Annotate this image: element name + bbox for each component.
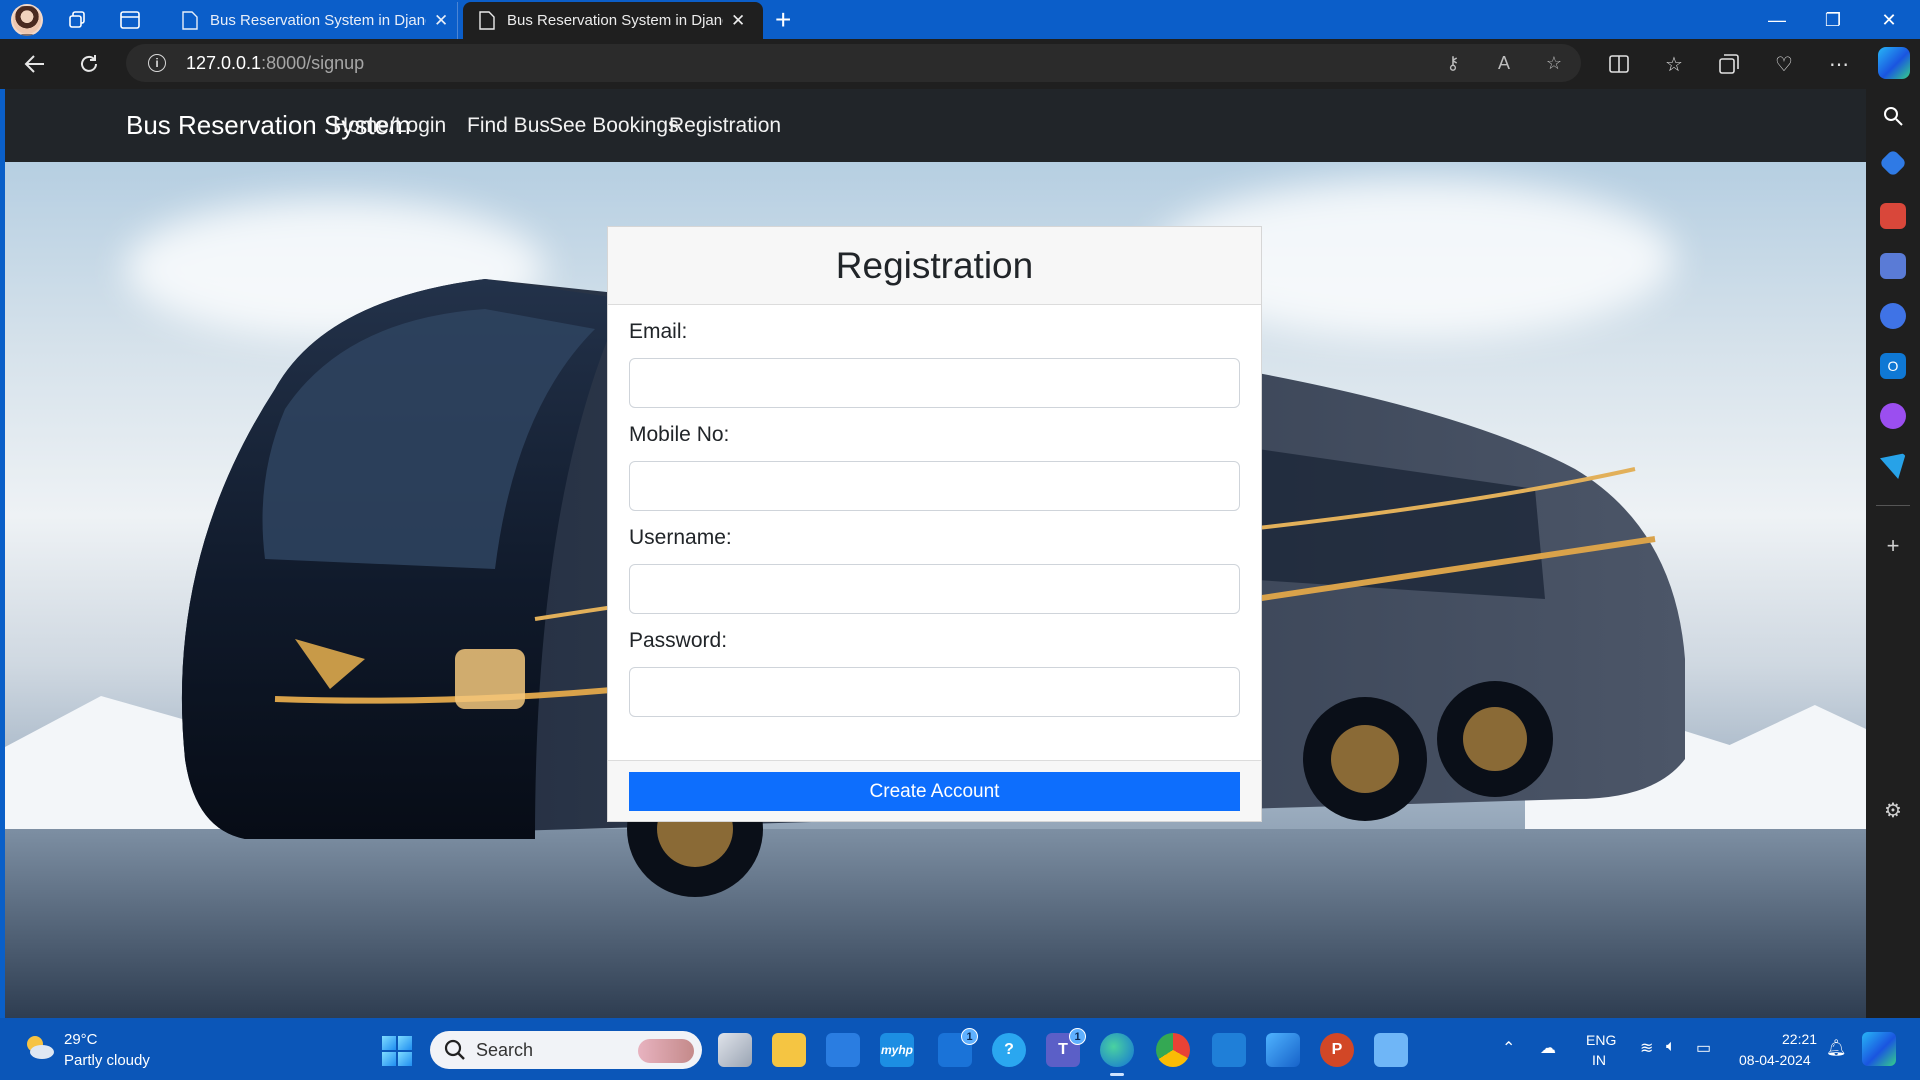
chrome-icon[interactable] [1156,1033,1190,1067]
clock-date[interactable]: 08-04-2024 [1739,1052,1811,1068]
chevron-up-icon[interactable]: ⌃ [1502,1038,1515,1058]
partly-cloudy-icon[interactable] [22,1032,56,1062]
close-window-button[interactable]: ✕ [1866,6,1912,34]
notepad-icon[interactable] [1374,1033,1408,1067]
region-indicator[interactable]: IN [1592,1052,1606,1068]
address-bar[interactable]: i 127.0.0.1:8000/signup ⚷ A ☆ [126,44,1581,82]
email-field[interactable] [629,358,1240,408]
search-icon [444,1039,465,1060]
browser-tab[interactable]: Bus Reservation System in Django ✕ [166,2,458,39]
create-account-button[interactable]: Create Account [629,772,1240,811]
edge-sidebar: O + ⚙ [1866,89,1920,1018]
minimize-button[interactable]: — [1754,6,1800,34]
games-icon[interactable] [1880,253,1906,279]
site-navbar: Bus Reservation System Home/Login Find B… [5,89,1866,162]
vertical-tabs-icon[interactable] [114,6,146,34]
document-icon [479,11,495,30]
nav-link-home-login[interactable]: Home/Login [333,114,446,138]
tab-title: Bus Reservation System in Django [507,12,723,29]
task-view-icon[interactable] [718,1033,752,1067]
password-field[interactable] [629,667,1240,717]
more-options-icon[interactable]: ⋯ [1822,48,1856,80]
document-icon [182,11,198,30]
close-tab-icon[interactable]: ✕ [434,11,448,31]
collections-icon[interactable] [1712,48,1746,80]
restore-button[interactable]: ❐ [1810,6,1856,34]
sidebar-divider [1876,505,1910,506]
powerpoint-icon[interactable]: P [1320,1033,1354,1067]
notification-badge: 1 [1069,1028,1086,1045]
favorite-star-icon[interactable]: ☆ [1541,51,1567,75]
card-header: Registration [608,227,1261,305]
split-screen-icon[interactable] [1602,48,1636,80]
active-app-indicator [1110,1073,1124,1076]
language-indicator[interactable]: ENG [1586,1032,1616,1048]
microsoft-365-icon[interactable] [1880,303,1906,329]
username-label: Username: [629,526,732,549]
designer-icon[interactable] [1880,403,1906,429]
nav-link-registration[interactable]: Registration [669,114,781,138]
windows-start-icon[interactable] [382,1036,412,1066]
mobile-field[interactable] [629,461,1240,511]
onedrive-icon[interactable]: ☁ [1540,1038,1556,1058]
password-label: Password: [629,629,728,652]
vscode-icon[interactable] [1212,1033,1246,1067]
browser-toolbar: i 127.0.0.1:8000/signup ⚷ A ☆ ☆ ♡ ⋯ [0,39,1920,89]
notification-badge: 1 [961,1028,978,1045]
nav-link-find-bus[interactable]: Find Bus [467,114,550,138]
shopping-tag-icon[interactable] [1878,148,1908,178]
close-tab-icon[interactable]: ✕ [731,11,745,31]
back-icon[interactable] [18,48,52,80]
url-text[interactable]: 127.0.0.1:8000/signup [186,53,364,74]
edge-icon[interactable] [1100,1033,1134,1076]
drop-icon[interactable] [1880,453,1906,479]
browser-tab-active[interactable]: Bus Reservation System in Django ✕ [463,2,763,39]
outlook-app-icon[interactable]: 1 [938,1028,978,1067]
battery-icon[interactable]: ▭ [1696,1038,1711,1058]
notification-bell-icon[interactable]: 🔔︎ [1826,1038,1846,1058]
card-title: Registration [835,244,1034,286]
new-tab-button[interactable]: + [775,4,791,36]
copilot-taskbar-icon[interactable] [1862,1032,1896,1066]
add-icon[interactable]: + [1880,533,1906,559]
mobile-label: Mobile No: [629,423,730,446]
settings-gear-icon[interactable]: ⚙ [1880,797,1906,823]
copilot-icon[interactable] [1878,47,1910,79]
username-field[interactable] [629,564,1240,614]
card-footer: Create Account [608,760,1261,821]
weather-description[interactable]: Partly cloudy [64,1052,150,1069]
myhp-icon[interactable]: myhp [880,1033,914,1067]
search-icon[interactable] [1880,103,1906,129]
windows-taskbar: 29°C Partly cloudy Search myhp 1 ? T 1 P… [0,1018,1920,1080]
browser-essentials-icon[interactable]: ♡ [1767,48,1801,80]
file-explorer-icon[interactable] [772,1033,806,1067]
email-label: Email: [629,320,688,343]
weather-temperature[interactable]: 29°C [64,1031,98,1048]
teams-icon[interactable]: T 1 [1046,1028,1086,1067]
search-placeholder: Search [476,1040,534,1060]
wifi-icon[interactable]: ≋ [1640,1038,1653,1058]
refresh-icon[interactable] [72,48,106,80]
volume-icon[interactable]: 🔈︎ [1666,1038,1676,1056]
tools-icon[interactable] [1880,203,1906,229]
clock-time[interactable]: 22:21 [1782,1031,1817,1047]
nav-link-see-bookings[interactable]: See Bookings [549,114,679,138]
page-viewport: Bus Reservation System Home/Login Find B… [5,89,1866,1018]
read-aloud-icon[interactable]: A [1491,51,1517,75]
workspaces-icon[interactable] [61,6,93,34]
paint-icon[interactable] [1266,1033,1300,1067]
password-key-icon[interactable]: ⚷ [1440,51,1466,75]
search-highlight-image [638,1039,694,1063]
get-help-icon[interactable]: ? [992,1033,1026,1067]
tab-title: Bus Reservation System in Django [210,12,426,29]
favorites-icon[interactable]: ☆ [1657,48,1691,80]
site-info-icon[interactable]: i [148,54,166,72]
outlook-icon[interactable]: O [1880,353,1906,379]
registration-card: Registration Email: Mobile No: Username:… [607,226,1262,822]
profile-avatar[interactable] [11,4,43,36]
browser-tab-bar: Bus Reservation System in Django ✕ Bus R… [0,0,1920,39]
microsoft-store-icon[interactable] [826,1033,860,1067]
taskbar-search-box[interactable]: Search [430,1031,702,1069]
